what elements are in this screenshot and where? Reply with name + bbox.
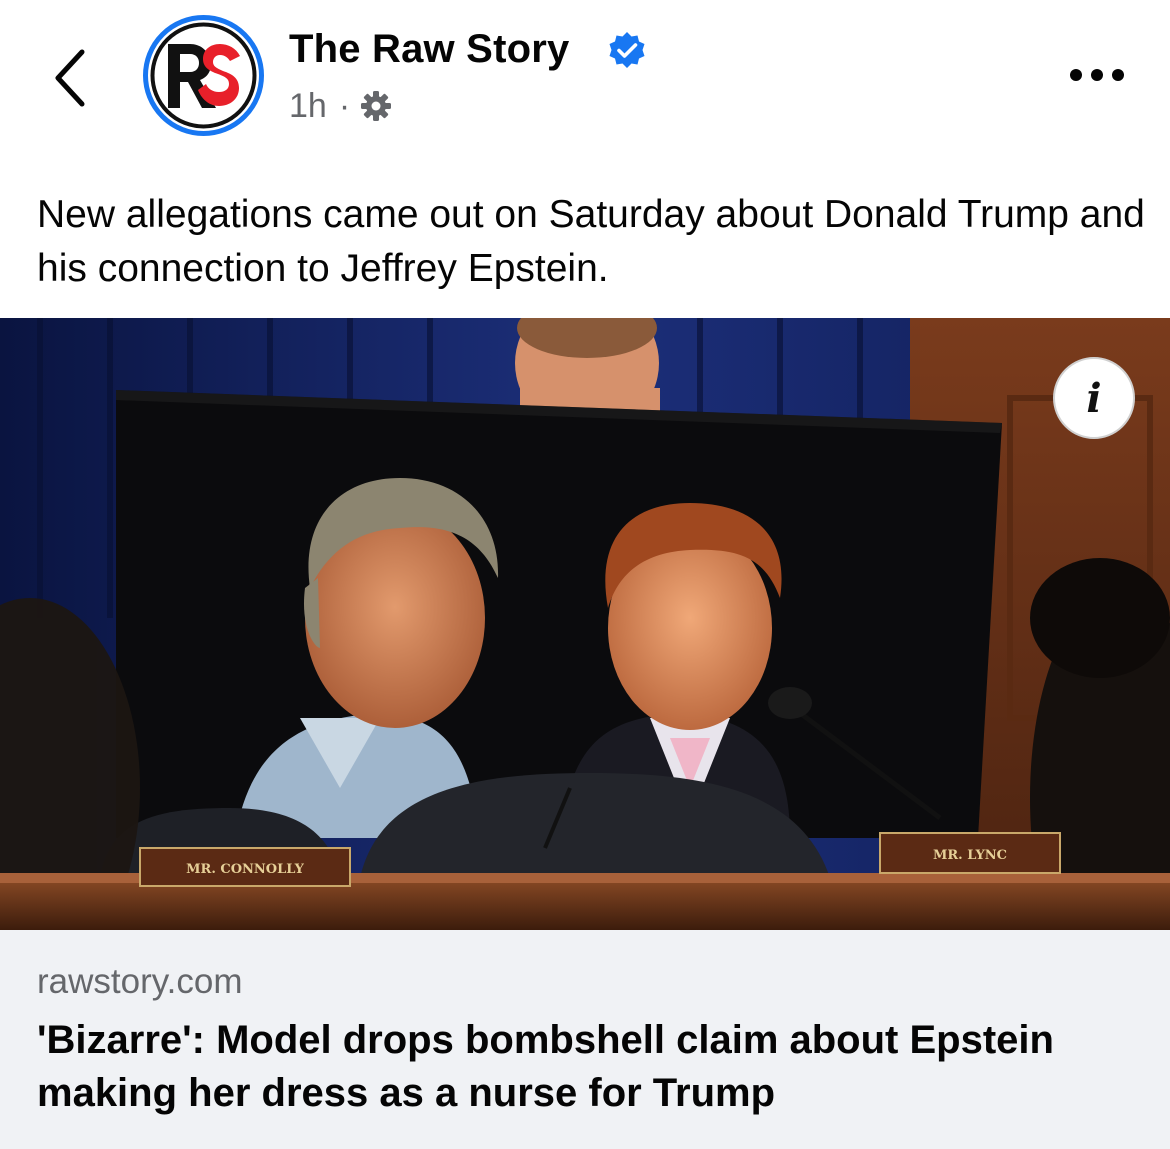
image-info-button[interactable]: i <box>1053 357 1135 439</box>
post-caption: New allegations came out on Saturday abo… <box>37 193 1145 290</box>
nameplate-right: MR. LYNC <box>933 848 1007 863</box>
gear-icon <box>361 91 392 121</box>
hearing-photo: MR. CONNOLLY MR. LYNC <box>0 318 1170 930</box>
post-image[interactable]: MR. CONNOLLY MR. LYNC <box>0 318 1170 930</box>
nameplate-left: MR. CONNOLLY <box>186 862 304 877</box>
back-button[interactable] <box>40 40 104 112</box>
meta-separator: · <box>338 86 351 125</box>
raw-story-logo <box>150 22 257 129</box>
post-meta: 1h · <box>289 86 392 126</box>
facebook-post-view: The Raw Story 1h · New allegations came … <box>0 0 1170 1149</box>
more-options-button[interactable] <box>1062 58 1132 92</box>
post-header: The Raw Story 1h · <box>0 0 1170 160</box>
post-timestamp[interactable]: 1h <box>289 87 327 126</box>
link-preview-card[interactable]: rawstory.com 'Bizarre': Model drops bomb… <box>0 930 1170 1149</box>
chevron-left-icon <box>55 49 85 107</box>
link-headline: 'Bizarre': Model drops bombshell claim a… <box>37 1018 1054 1115</box>
more-dots-icon <box>1070 69 1124 81</box>
page-avatar[interactable] <box>143 15 264 136</box>
page-name[interactable]: The Raw Story <box>289 27 569 72</box>
info-icon: i <box>1086 374 1102 422</box>
verified-badge-icon <box>609 32 645 68</box>
link-domain: rawstory.com <box>37 962 243 1001</box>
